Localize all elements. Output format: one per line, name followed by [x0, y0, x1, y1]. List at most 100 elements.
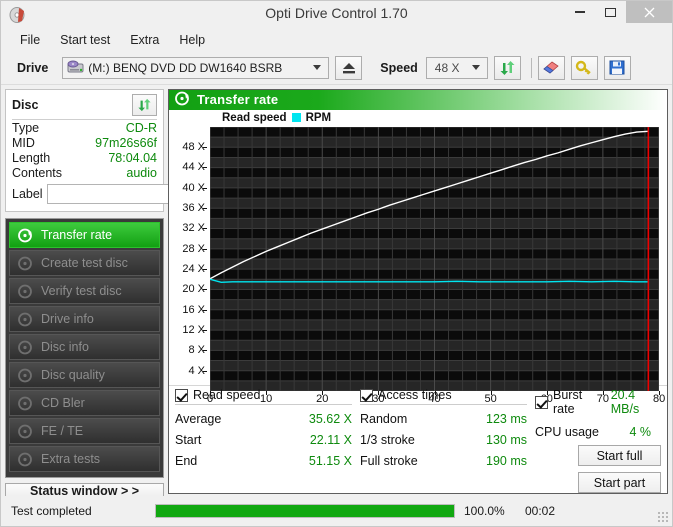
access-times-title: Access times — [378, 388, 452, 402]
eject-icon — [342, 62, 355, 73]
key-icon — [576, 60, 592, 75]
sidebar-item-label: Drive info — [41, 312, 94, 326]
content-panel: Transfer rate Read speed RPM 4 X8 X 12 X1… — [168, 89, 668, 494]
cpu-usage-value: 4 % — [629, 425, 651, 439]
disc-row-length: Length 78:04.04 — [12, 150, 157, 165]
y-axis-tick-label: 44 X — [182, 161, 205, 174]
resize-grip-icon[interactable] — [658, 512, 668, 522]
disc-panel-title: Disc — [12, 98, 39, 112]
chevron-down-icon — [471, 64, 480, 70]
y-axis-tick — [203, 289, 207, 291]
disc-green-icon — [175, 91, 190, 109]
stat-row: Random 123 ms — [360, 412, 527, 426]
sidebar-item-label: Verify test disc — [41, 284, 122, 298]
disc-icon — [18, 368, 33, 383]
chart-y-axis: 4 X8 X 12 X 16 X 20 X 24 X 28 X 32 X 36 X 40 X 44… — [169, 127, 207, 391]
drive-value: (M:) BENQ DVD DD DW1640 BSRB — [88, 60, 283, 75]
disc-info-panel: Disc Type CD-R MID 97m26s66f Length 78:0… — [5, 89, 252, 212]
menu-start-test[interactable]: Start test — [51, 31, 119, 49]
y-axis-tick — [203, 187, 207, 189]
sidebar-item-disc-quality[interactable]: Disc quality — [9, 362, 160, 388]
drive-select[interactable]: (M:) BENQ DVD DD DW1640 BSRB — [62, 56, 330, 79]
y-axis-tick-label: 20 X — [182, 283, 205, 296]
sidebar-item-transfer-rate[interactable]: Transfer rate — [9, 222, 160, 248]
chart-legend: Read speed RPM — [222, 112, 331, 124]
read-speed-header: Read speed — [175, 388, 352, 405]
sidebar-item-label: CD Bler — [41, 396, 85, 410]
settings-key-button[interactable] — [570, 55, 598, 80]
status-bar: Test completed 100.0% 00:02 — [1, 496, 672, 526]
read-start-value: 22.11 X — [309, 433, 352, 447]
stat-row: End 51.15 X — [175, 454, 352, 468]
minimize-button[interactable] — [564, 1, 595, 23]
stat-row: 1/3 stroke 130 ms — [360, 433, 527, 447]
start-part-button[interactable]: Start part — [578, 472, 661, 493]
sidebar-item-cd-bler[interactable]: CD Bler — [9, 390, 160, 416]
disc-icon — [18, 396, 33, 411]
y-axis-tick — [203, 329, 207, 331]
sidebar-item-create-test-disc[interactable]: Create test disc — [9, 250, 160, 276]
burst-rate-checkbox[interactable] — [535, 395, 548, 409]
disc-row-type: Type CD-R — [12, 120, 157, 135]
access-times-checkbox[interactable] — [360, 388, 373, 402]
menu-extra[interactable]: Extra — [121, 31, 168, 49]
maximize-icon — [605, 7, 616, 17]
menu-help[interactable]: Help — [170, 31, 214, 49]
refresh-button[interactable] — [493, 55, 521, 80]
sidebar-item-label: Transfer rate — [41, 228, 113, 242]
y-axis-tick-label: 36 X — [182, 202, 205, 215]
disc-refresh-button[interactable] — [132, 94, 157, 116]
progress-percent: 100.0% — [464, 504, 505, 518]
y-axis-tick — [203, 147, 207, 149]
main-area: Disc Type CD-R MID 97m26s66f Length 78:0… — [1, 86, 672, 499]
save-button[interactable] — [603, 55, 631, 80]
cpu-usage-key: CPU usage — [535, 425, 599, 439]
close-icon — [644, 7, 654, 17]
disc-row-mid: MID 97m26s66f — [12, 135, 157, 150]
read-speed-title: Read speed — [193, 388, 261, 402]
start-full-button[interactable]: Start full — [578, 445, 661, 466]
y-axis-tick-label: 48 X — [182, 141, 205, 154]
y-axis-tick-label: 16 X — [182, 303, 205, 316]
close-button[interactable] — [626, 1, 672, 23]
y-axis-tick — [203, 350, 207, 352]
access-times-group: Access times Random 123 ms 1/3 stroke 13… — [360, 388, 535, 493]
sidebar-item-label: Create test disc — [41, 256, 128, 270]
sidebar-item-label: FE / TE — [41, 424, 84, 438]
legend-rpm-swatch — [291, 113, 301, 123]
stat-row: Start 22.11 X — [175, 433, 352, 447]
read-average-key: Average — [175, 412, 222, 426]
panel-title: Transfer rate — [197, 92, 279, 108]
eraser-icon — [543, 60, 559, 74]
sidebar-item-extra-tests[interactable]: Extra tests — [9, 446, 160, 472]
disc-type-value: CD-R — [125, 121, 157, 135]
disc-type-key: Type — [12, 121, 40, 135]
maximize-button[interactable] — [595, 1, 626, 23]
window-controls — [564, 1, 672, 29]
burst-rate-title: Burst rate — [553, 388, 583, 416]
y-axis-tick — [203, 248, 207, 250]
sidebar-item-label: Disc quality — [41, 368, 105, 382]
sidebar-item-verify-test-disc[interactable]: Verify test disc — [9, 278, 160, 304]
stat-row: Average 35.62 X — [175, 412, 352, 426]
access-third-stroke-key: 1/3 stroke — [360, 433, 415, 447]
disc-green-icon — [18, 228, 33, 243]
read-speed-checkbox[interactable] — [175, 388, 188, 402]
panel-header: Transfer rate — [169, 90, 667, 110]
sidebar-item-disc-info[interactable]: Disc info — [9, 334, 160, 360]
refresh-icon — [500, 60, 515, 75]
read-end-key: End — [175, 454, 198, 468]
title-bar: Opti Drive Control 1.70 — [1, 1, 672, 29]
sidebar-item-drive-info[interactable]: Drive info — [9, 306, 160, 332]
sidebar-item-fe-te[interactable]: FE / TE — [9, 418, 160, 444]
read-end-value: 51.15 X — [308, 454, 352, 468]
chart-svg — [209, 116, 660, 392]
menu-file[interactable]: File — [11, 31, 49, 49]
disc-icon — [18, 340, 33, 355]
speed-select[interactable]: 48 X — [425, 56, 488, 79]
erase-button[interactable] — [537, 55, 565, 80]
y-axis-tick-label: 28 X — [182, 242, 205, 255]
y-axis-tick — [203, 370, 207, 372]
eject-button[interactable] — [335, 55, 363, 80]
access-full-stroke-key: Full stroke — [360, 454, 418, 468]
